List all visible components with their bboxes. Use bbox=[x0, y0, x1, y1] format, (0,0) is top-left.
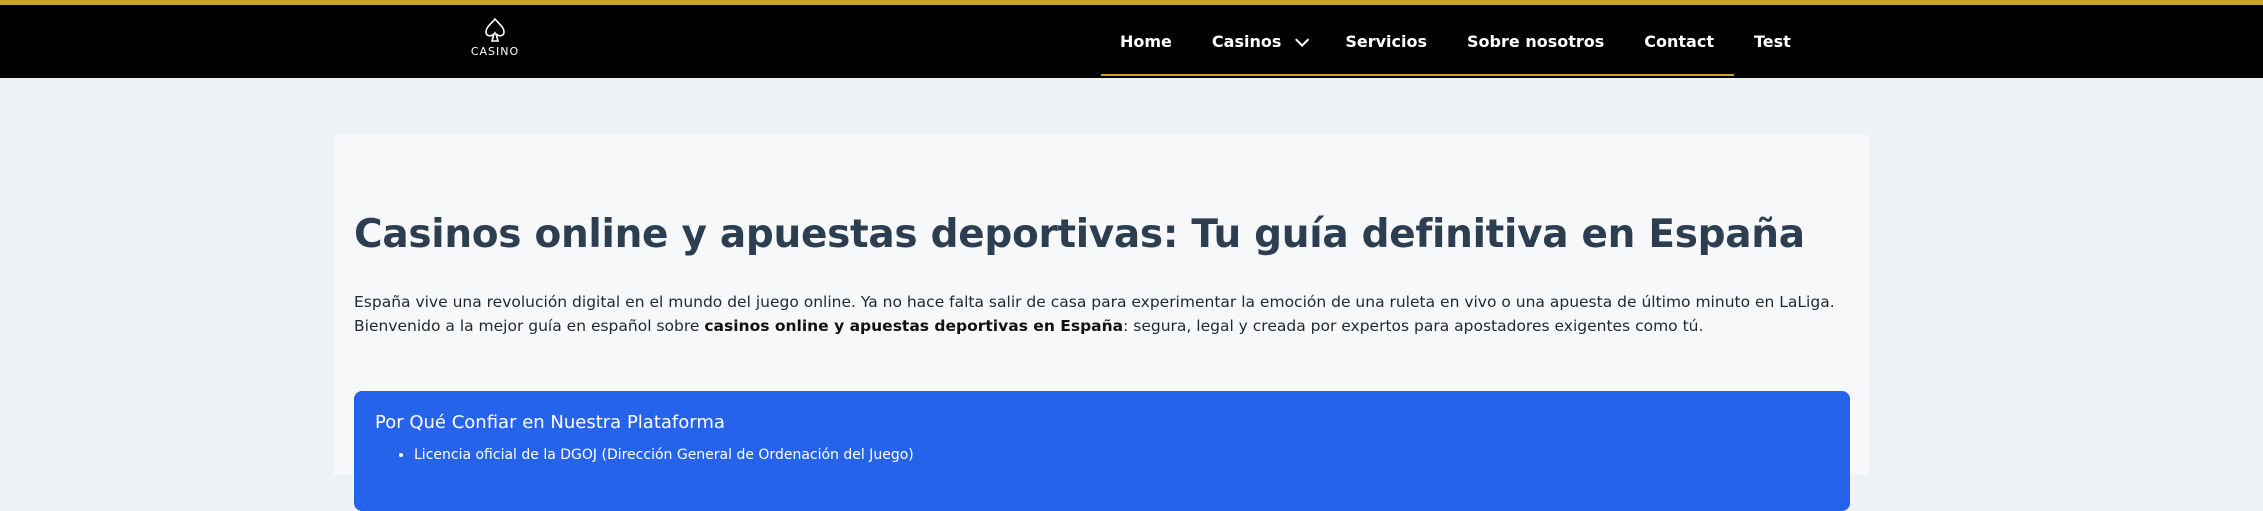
site-logo[interactable]: CASINO bbox=[470, 17, 520, 67]
logo-text: CASINO bbox=[470, 45, 520, 58]
nav-item-sobre-nosotros[interactable]: Sobre nosotros bbox=[1447, 32, 1624, 51]
chevron-down-icon bbox=[1295, 32, 1310, 47]
trust-list: Licencia oficial de la DGOJ (Dirección G… bbox=[394, 447, 914, 463]
nav-item-servicios[interactable]: Servicios bbox=[1325, 32, 1447, 51]
list-item: Licencia oficial de la DGOJ (Dirección G… bbox=[414, 447, 914, 463]
nav-item-casinos[interactable]: Casinos bbox=[1192, 32, 1325, 51]
nav-item-label: Casinos bbox=[1211, 32, 1282, 51]
trust-box-title: Por Qué Confiar en Nuestra Plataforma bbox=[375, 412, 725, 433]
nav-item-label: Home bbox=[1120, 32, 1172, 51]
page-title: Casinos online y apuestas deportivas: Tu… bbox=[354, 212, 1805, 257]
nav-item-label: Sobre nosotros bbox=[1467, 32, 1605, 51]
nav-item-test[interactable]: Test bbox=[1734, 32, 1811, 51]
nav-item-label: Servicios bbox=[1345, 32, 1428, 51]
trust-box: Por Qué Confiar en Nuestra Plataforma Li… bbox=[354, 391, 1850, 511]
main-nav: Home Casinos Servicios Sobre nosotros Co… bbox=[1100, 5, 1811, 78]
intro-bold-text: casinos online y apuestas deportivas en … bbox=[704, 317, 1124, 335]
nav-item-label: Test bbox=[1753, 32, 1791, 51]
intro-text-end: : segura, legal y creada por expertos pa… bbox=[1123, 317, 1704, 335]
nav-item-label: Contact bbox=[1644, 32, 1714, 51]
top-navbar: CASINO Home Casinos Servicios Sobre noso… bbox=[0, 0, 2263, 78]
nav-item-contact[interactable]: Contact bbox=[1624, 32, 1734, 51]
nav-item-home[interactable]: Home bbox=[1100, 32, 1192, 51]
intro-paragraph: España vive una revolución digital en el… bbox=[354, 290, 1854, 338]
spade-icon bbox=[485, 17, 505, 42]
nav-underline bbox=[1101, 74, 1734, 76]
